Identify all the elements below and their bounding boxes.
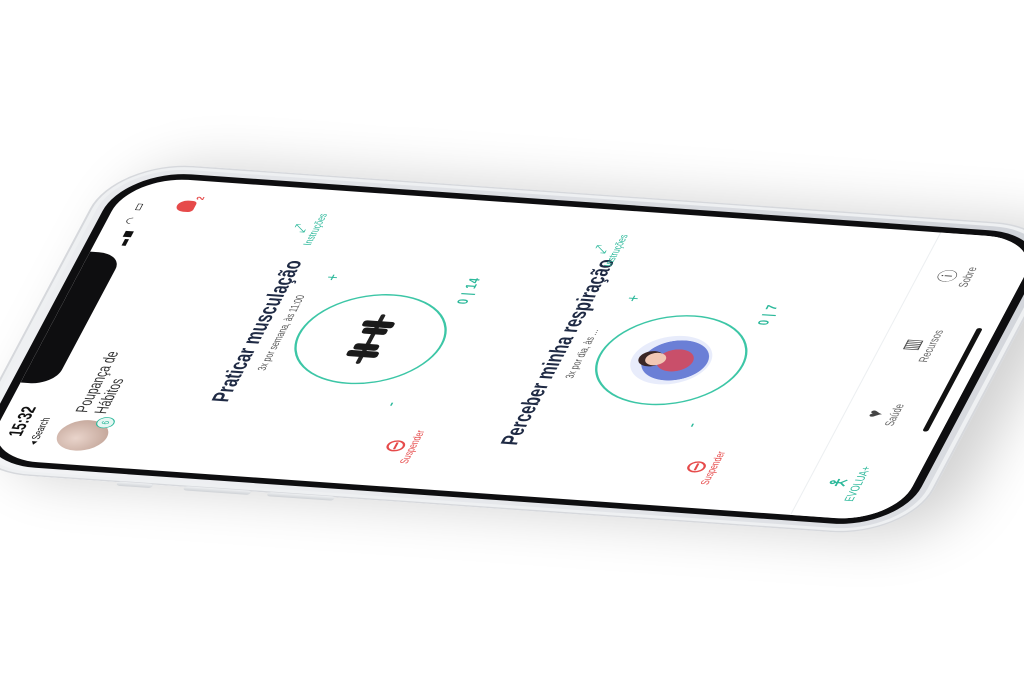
dumbbell-icon: [307, 306, 434, 372]
decrement-button[interactable]: -: [378, 401, 404, 407]
tab-recursos[interactable]: ▥ Recursos: [880, 309, 957, 381]
dumbbell-graphic: [334, 310, 408, 368]
habit-count: 0 | 14: [453, 276, 484, 305]
dumbbell-plate: [345, 349, 380, 359]
increment-button[interactable]: +: [322, 274, 345, 282]
status-icons: ▂▄ ◠ ▭: [110, 200, 150, 246]
avatar-badge: 6: [93, 416, 118, 429]
person-graphic: [619, 333, 724, 387]
tab-sobre[interactable]: ⓘ Sobre: [917, 241, 994, 313]
habit-count: 0 | 7: [753, 303, 782, 326]
increment-button[interactable]: +: [623, 295, 646, 303]
dumbbell-plate: [360, 327, 389, 336]
bell-icon: [174, 200, 198, 213]
phone-mockup: 15:32 ▂▄ ◠ ▭ ◂ Search 6 Poupança de Hábi…: [0, 160, 1024, 538]
suspend-button[interactable]: Suspender: [372, 418, 434, 475]
suspend-button[interactable]: Suspender: [673, 439, 735, 496]
decrement-button[interactable]: -: [679, 422, 705, 428]
breathing-person-illustration: [608, 327, 735, 393]
tab-evolua[interactable]: 🯅 EVOLUA+: [807, 447, 884, 519]
person-head: [642, 352, 670, 366]
notification-button[interactable]: 2: [173, 196, 208, 215]
tab-saude[interactable]: ♥ Saúde: [843, 378, 920, 450]
phone-screen: 15:32 ▂▄ ◠ ▭ ◂ Search 6 Poupança de Hábi…: [0, 175, 1024, 523]
stage: 15:32 ▂▄ ◠ ▭ ◂ Search 6 Poupança de Hábi…: [0, 0, 1024, 698]
notification-count: 2: [194, 196, 208, 201]
